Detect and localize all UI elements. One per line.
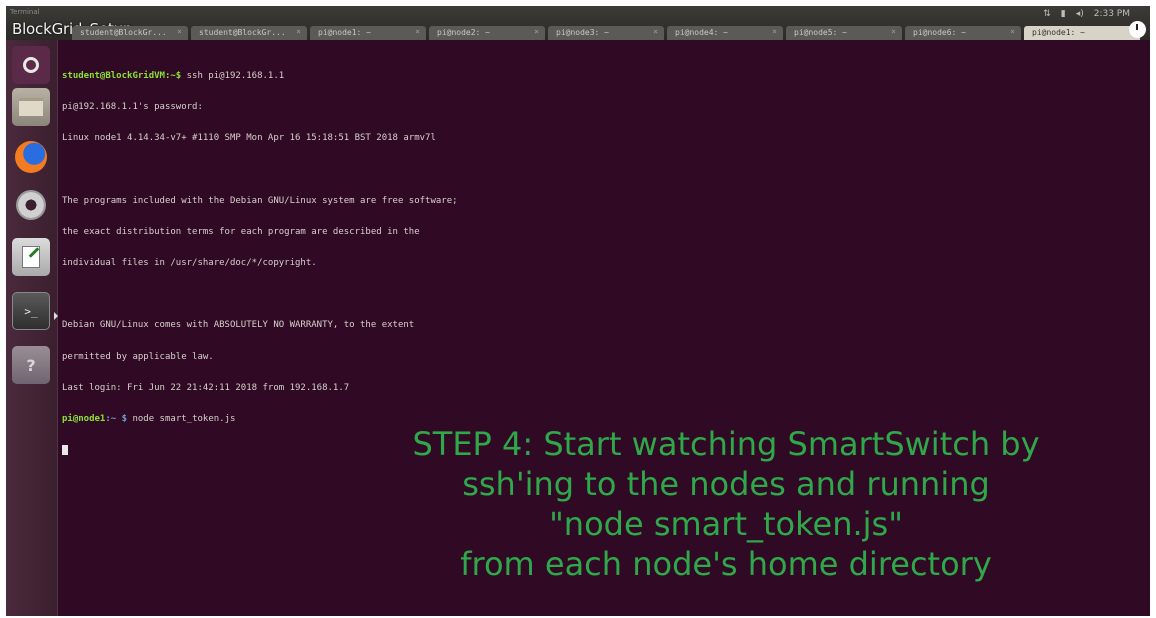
terminal-tab[interactable]: pi@node2: ~ ×: [429, 26, 545, 40]
close-icon[interactable]: ×: [772, 27, 777, 36]
text-editor-button[interactable]: [12, 238, 50, 276]
system-tray: ⇅ ▮ ◂) 2:33 PM: [1043, 9, 1130, 19]
terminal-line: Debian GNU/Linux comes with ABSOLUTELY N…: [62, 320, 415, 331]
prompt: student@BlockGridVM:~$: [62, 70, 182, 81]
close-icon[interactable]: ×: [534, 27, 539, 36]
terminal-line: pi@192.168.1.1's password:: [62, 102, 203, 113]
ubuntu-logo-icon: [23, 57, 39, 73]
video-frame: Terminal BlockGrid_Setup student@BlockGr…: [6, 6, 1150, 616]
top-panel: Terminal BlockGrid_Setup student@BlockGr…: [6, 6, 1150, 40]
tab-label: student@BlockGr...: [199, 28, 286, 37]
step-caption: STEP 4: Start watching SmartSwitch by ss…: [306, 424, 1146, 584]
terminal-output[interactable]: student@BlockGridVM:~$ ssh pi@192.168.1.…: [62, 50, 1142, 456]
terminal-line: permitted by applicable law.: [62, 351, 214, 362]
settings-button[interactable]: [12, 186, 50, 224]
files-button[interactable]: [12, 88, 50, 126]
terminal-tab[interactable]: pi@node4: ~ ×: [667, 26, 783, 40]
close-icon[interactable]: ×: [415, 27, 420, 36]
terminal-line: Linux node1 4.14.34-v7+ #1110 SMP Mon Ap…: [62, 133, 436, 144]
close-icon[interactable]: ×: [1010, 27, 1015, 36]
tab-label: pi@node6: ~: [913, 28, 966, 37]
terminal-button[interactable]: >_: [12, 292, 50, 330]
tab-label: student@BlockGr...: [80, 28, 167, 37]
watch-later-icon[interactable]: [1129, 21, 1146, 38]
close-icon[interactable]: ×: [177, 27, 182, 36]
terminal-tab[interactable]: student@BlockGr... ×: [191, 26, 307, 40]
folder-icon: [19, 98, 43, 116]
prompt-user: pi@node1: [62, 414, 106, 425]
caption-line: STEP 4: Start watching SmartSwitch by: [412, 425, 1040, 463]
terminal-tab-bar: student@BlockGr... × student@BlockGr... × …: [72, 26, 1140, 40]
clock-text[interactable]: 2:33 PM: [1094, 9, 1130, 19]
text-editor-icon: [22, 246, 40, 268]
window-label: Terminal: [10, 8, 40, 16]
firefox-button[interactable]: [12, 138, 50, 176]
terminal-tab[interactable]: student@BlockGr... ×: [72, 26, 188, 40]
firefox-icon: [15, 141, 47, 173]
tab-label: pi@node4: ~: [675, 28, 728, 37]
terminal-tab[interactable]: pi@node1: ~ ×: [310, 26, 426, 40]
terminal-line: student@BlockGridVM:~$ ssh pi@192.168.1.…: [62, 71, 1142, 81]
tab-label: pi@node2: ~: [437, 28, 490, 37]
gear-icon: [16, 190, 46, 220]
network-icon[interactable]: ⇅: [1043, 9, 1051, 19]
volume-icon[interactable]: ◂): [1076, 9, 1084, 19]
tab-label: pi@node1: ~: [318, 28, 371, 37]
terminal-tab[interactable]: pi@node3: ~ ×: [548, 26, 664, 40]
tab-label: pi@node3: ~: [556, 28, 609, 37]
text-cursor: [62, 445, 68, 456]
command-text: node smart_token.js: [127, 414, 236, 425]
close-icon[interactable]: ×: [296, 27, 301, 36]
prompt-path: :~ $: [105, 414, 128, 425]
terminal-line: Last login: Fri Jun 22 21:42:11 2018 fro…: [62, 382, 350, 393]
command-text: ssh pi@192.168.1.1: [181, 70, 285, 81]
terminal-tab[interactable]: pi@node5: ~ ×: [786, 26, 902, 40]
caption-line: ssh'ing to the nodes and running: [462, 465, 990, 503]
active-app-indicator: [54, 312, 58, 320]
terminal-line: the exact distribution terms for each pr…: [62, 226, 420, 237]
help-button[interactable]: ?: [12, 346, 50, 384]
terminal-icon: >_: [24, 304, 38, 318]
tab-label: pi@node5: ~: [794, 28, 847, 37]
close-icon[interactable]: ×: [891, 27, 896, 36]
terminal-tab[interactable]: pi@node6: ~ ×: [905, 26, 1021, 40]
terminal-line: pi@node1:~ $ node smart_token.js: [62, 414, 1142, 424]
caption-line: "node smart_token.js": [549, 505, 903, 543]
close-icon[interactable]: ×: [653, 27, 658, 36]
battery-icon[interactable]: ▮: [1061, 9, 1066, 19]
tab-label: pi@node1: ~: [1032, 28, 1085, 37]
terminal-line: individual files in /usr/share/doc/*/cop…: [62, 258, 317, 269]
terminal-tab-active[interactable]: pi@node1: ~×: [1024, 26, 1140, 40]
help-icon: ?: [26, 355, 36, 375]
dash-button[interactable]: [12, 46, 50, 84]
terminal-line: The programs included with the Debian GN…: [62, 195, 458, 206]
launcher-sidebar: >_ ?: [6, 40, 58, 616]
caption-line: from each node's home directory: [460, 545, 992, 583]
